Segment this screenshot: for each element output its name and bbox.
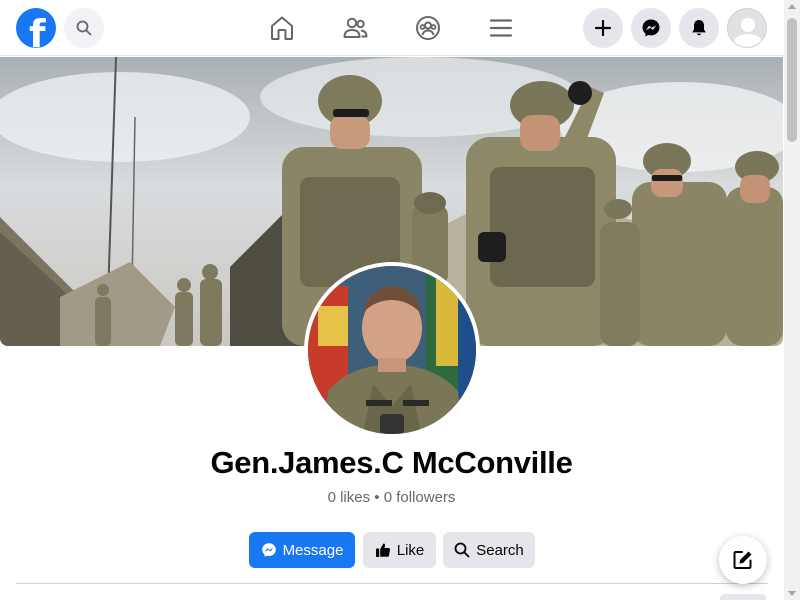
likes-count[interactable]: 0 likes (328, 489, 371, 506)
followers-count[interactable]: 0 followers (384, 489, 456, 506)
like-button-label: Like (396, 541, 425, 559)
friends-icon[interactable] (341, 14, 369, 42)
search-button[interactable] (64, 8, 104, 48)
plus-icon (594, 19, 612, 37)
page-title: Gen.James.C McConville (210, 445, 573, 480)
scroll-down-arrow-icon[interactable] (788, 591, 796, 596)
account-avatar[interactable] (727, 8, 767, 48)
stats-separator: • (374, 489, 380, 506)
search-button-label: Search (476, 541, 524, 559)
scroll-up-arrow-icon[interactable] (788, 4, 796, 9)
message-button[interactable]: Message (249, 532, 355, 568)
search-icon (454, 542, 470, 558)
avatar (733, 18, 763, 47)
new-message-button[interactable] (719, 536, 767, 584)
like-button[interactable]: Like (363, 532, 436, 568)
scroll-thumb[interactable] (787, 18, 797, 142)
profile-stats: 0 likes • 0 followers (0, 489, 783, 506)
messenger-icon (642, 19, 660, 37)
top-navigation-bar: f (0, 0, 784, 56)
notifications-button[interactable] (679, 8, 719, 48)
more-options-button[interactable] (720, 594, 766, 600)
message-button-label: Message (282, 541, 344, 559)
section-divider (16, 583, 768, 584)
thumbs-up-icon (375, 543, 390, 557)
profile-photo-illustration (308, 266, 476, 434)
profile-picture[interactable] (308, 266, 476, 434)
messenger-button[interactable] (631, 8, 671, 48)
compose-icon (733, 551, 752, 569)
messenger-icon (261, 543, 276, 557)
search-page-button[interactable]: Search (443, 532, 535, 568)
groups-icon[interactable] (414, 14, 442, 42)
menu-icon[interactable] (487, 14, 515, 42)
search-icon (76, 20, 92, 36)
facebook-logo-letter: f (29, 12, 46, 48)
bell-icon (692, 20, 706, 36)
create-button[interactable] (583, 8, 623, 48)
facebook-logo[interactable]: f (16, 8, 56, 48)
home-icon[interactable] (268, 14, 296, 42)
page-scrollbar[interactable] (784, 0, 800, 600)
